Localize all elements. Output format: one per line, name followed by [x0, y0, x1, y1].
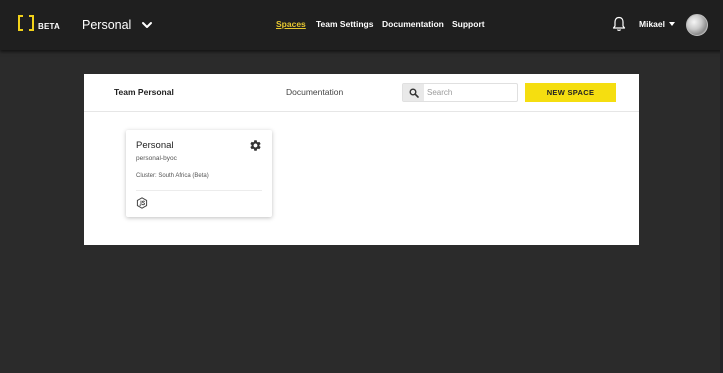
nav-spaces[interactable]: Spaces: [276, 19, 306, 29]
user-name: Mikael: [639, 19, 665, 29]
space-title: Personal: [136, 140, 174, 151]
nodejs-icon: [136, 197, 148, 209]
space-card[interactable]: Personal personal-byoc Cluster: South Af…: [126, 130, 272, 217]
gear-icon[interactable]: [249, 139, 262, 152]
card-divider: [136, 190, 262, 191]
nav-support[interactable]: Support: [452, 19, 485, 29]
caret-down-icon: [669, 22, 675, 26]
new-space-button[interactable]: NEW SPACE: [525, 83, 616, 102]
nav-documentation[interactable]: Documentation: [382, 19, 444, 29]
documentation-link[interactable]: Documentation: [286, 87, 343, 97]
search-button[interactable]: [403, 84, 424, 101]
bell-icon[interactable]: [612, 16, 626, 32]
space-cluster: Cluster: South Africa (Beta): [136, 173, 209, 179]
search-box: [402, 83, 518, 102]
search-icon: [409, 88, 419, 98]
avatar[interactable]: [686, 14, 708, 36]
space-id: personal-byoc: [136, 155, 177, 162]
panel-header: Team Personal Documentation NEW SPACE: [84, 74, 639, 112]
search-input[interactable]: [427, 84, 515, 101]
team-label: Team Personal: [114, 87, 174, 97]
spaces-panel: Team Personal Documentation NEW SPACE Pe…: [84, 74, 639, 245]
top-navbar: BETA Personal Spaces Team Settings Docum…: [0, 0, 723, 50]
user-menu[interactable]: Mikael: [639, 19, 675, 29]
nav-team-settings[interactable]: Team Settings: [316, 19, 373, 29]
